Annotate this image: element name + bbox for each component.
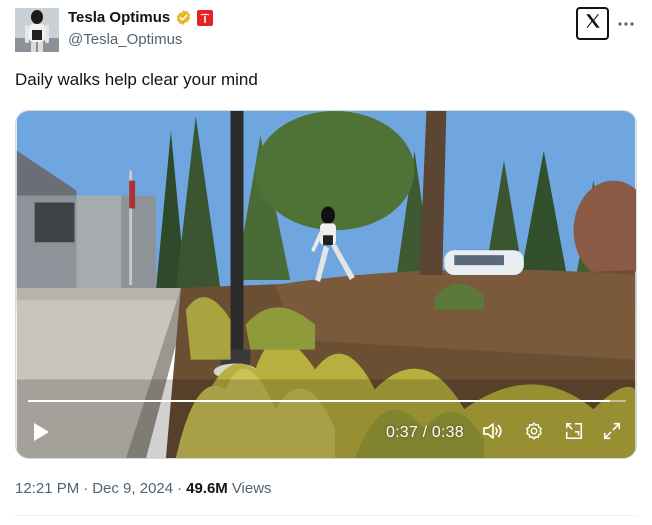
volume-icon (482, 421, 504, 446)
x-logo-icon (584, 12, 602, 35)
author-name[interactable]: Tesla Optimus (68, 9, 170, 26)
x-logo-button[interactable] (576, 7, 609, 40)
video-frame (16, 111, 636, 458)
views-label: Views (231, 480, 272, 497)
play-icon (32, 422, 50, 447)
tweet-time[interactable]: 12:21 PM (15, 480, 79, 497)
settings-button[interactable] (523, 421, 545, 446)
settings-icon (524, 421, 544, 446)
pip-button[interactable] (563, 422, 585, 444)
meta-separator: · (177, 480, 183, 497)
progress-fill (28, 400, 611, 402)
verified-badge-icon[interactable] (175, 9, 192, 26)
tesla-logo-icon[interactable] (197, 9, 214, 26)
fullscreen-icon (602, 421, 622, 446)
fullscreen-button[interactable] (601, 422, 623, 444)
tweet-meta: 12:21 PM · Dec 9, 2024 · 49.6M Views (15, 480, 272, 497)
tweet-text: Daily walks help clear your mind (15, 70, 258, 89)
views-count[interactable]: 49.6M (186, 480, 228, 497)
more-button[interactable] (615, 12, 637, 34)
author-name-row: Tesla Optimus (68, 9, 214, 26)
volume-button[interactable] (482, 422, 504, 444)
video-player[interactable]: 0:37 / 0:38 (15, 110, 637, 459)
divider (15, 515, 637, 516)
tweet-date[interactable]: Dec 9, 2024 (92, 480, 173, 497)
avatar[interactable] (15, 8, 59, 52)
pip-icon (564, 421, 584, 446)
play-button[interactable] (30, 422, 52, 447)
video-time: 0:37 / 0:38 (386, 424, 464, 441)
tweet-header: Tesla Optimus @Tesla_Optimus (15, 6, 637, 54)
author-handle[interactable]: @Tesla_Optimus (68, 31, 182, 48)
more-horizontal-icon (618, 14, 634, 32)
meta-separator: · (83, 480, 89, 497)
progress-bar[interactable] (28, 400, 626, 402)
